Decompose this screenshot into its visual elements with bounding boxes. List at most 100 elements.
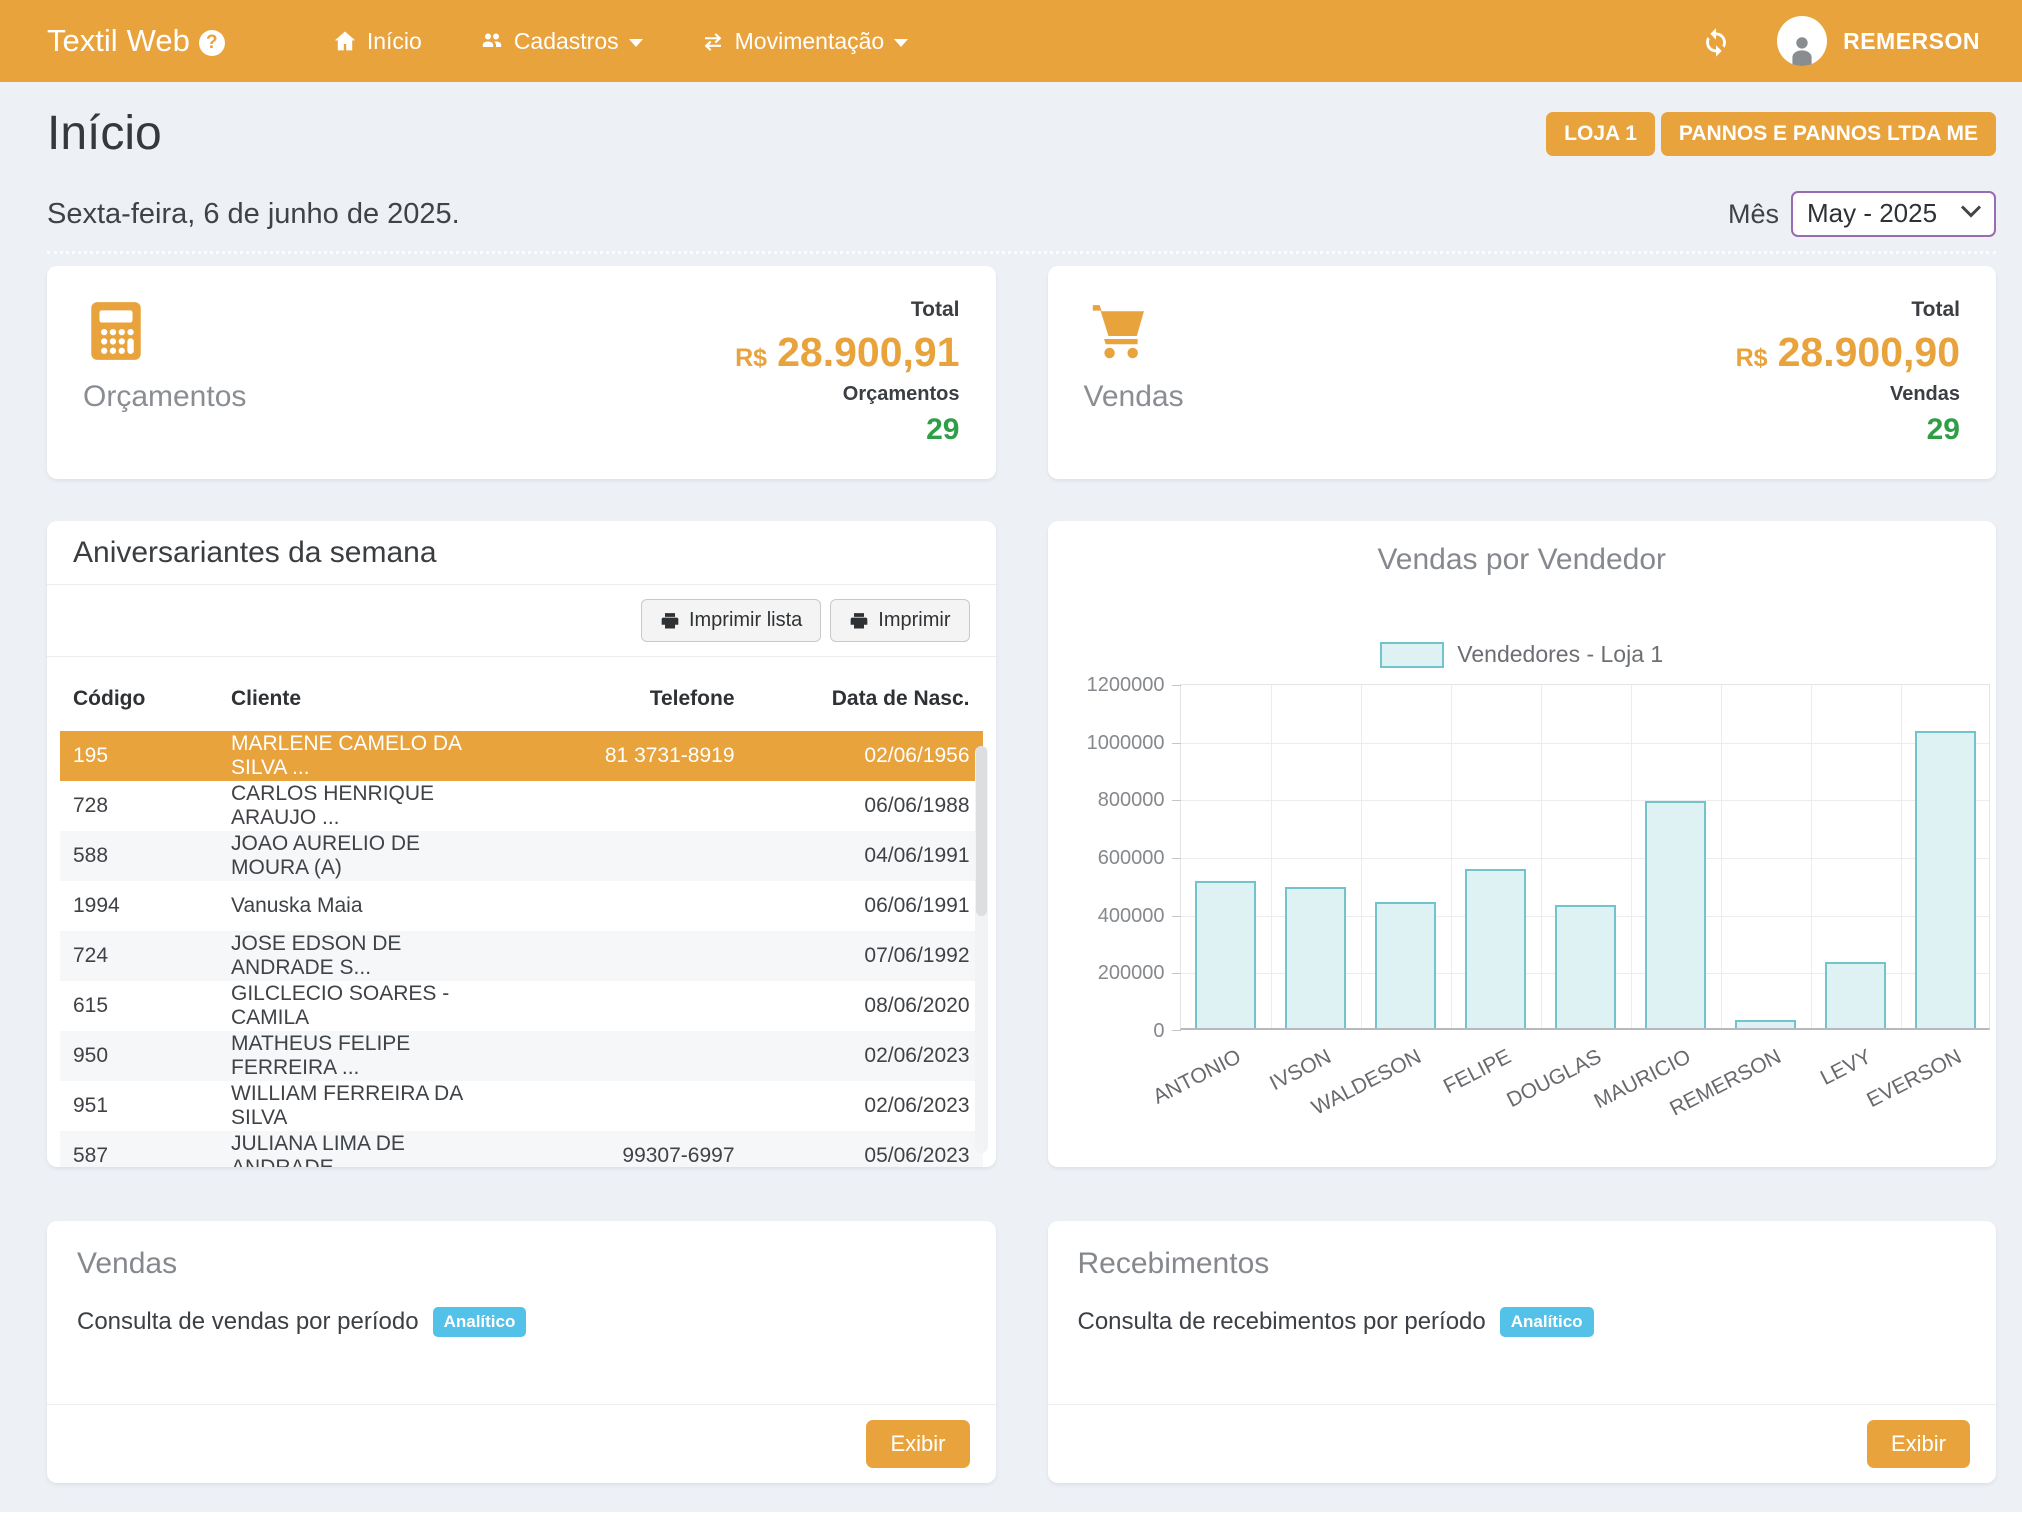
exibir-vendas-button[interactable]: Exibir <box>866 1420 969 1468</box>
currency-symbol: R$ <box>735 344 767 373</box>
col-cliente: Cliente <box>218 657 513 731</box>
cell-telefone <box>513 1031 748 1081</box>
birthdays-card: Aniversariantes da semana Imprimir lista… <box>47 521 996 1167</box>
summary-cards-row: Orçamentos Total R$ 28.900,91 Orçamentos… <box>47 266 1996 479</box>
chart-bar <box>1465 869 1526 1028</box>
count-value: 29 <box>1736 413 1960 447</box>
table-row[interactable]: 195MARLENE CAMELO DA SILVA ...81 3731-89… <box>60 731 983 781</box>
vendas-left: Vendas <box>1084 298 1184 453</box>
x-axis-label: ANTONIO <box>1149 1045 1245 1110</box>
amount-value: 28.900,90 <box>1778 329 1960 376</box>
cell-codigo: 728 <box>60 781 218 831</box>
col-telefone: Telefone <box>513 657 748 731</box>
vendas-panel: Vendas Consulta de vendas por período An… <box>47 1221 996 1483</box>
mid-row: Aniversariantes da semana Imprimir lista… <box>47 521 1996 1167</box>
table-row[interactable]: 615GILCLECIO SOARES - CAMILA08/06/2020 <box>60 981 983 1031</box>
username: REMERSON <box>1843 28 1980 55</box>
cell-nascimento: 06/06/1988 <box>748 781 983 831</box>
panel-title: Recebimentos <box>1048 1221 1997 1281</box>
y-tick <box>1172 685 1181 686</box>
currency-symbol: R$ <box>1736 344 1768 373</box>
orcamentos-values: Total R$ 28.900,91 Orçamentos 29 <box>735 298 959 453</box>
page-title: Início <box>47 106 162 161</box>
cell-nascimento: 02/06/2023 <box>748 1031 983 1081</box>
month-select-wrap: May - 2025 <box>1791 191 1996 237</box>
table-header-row: Código Cliente Telefone Data de Nasc. <box>60 657 983 731</box>
vendas-values: Total R$ 28.900,90 Vendas 29 <box>1736 298 1960 453</box>
gridline <box>1811 685 1812 1028</box>
y-tick <box>1172 1030 1181 1031</box>
bottom-row: Vendas Consulta de vendas por período An… <box>47 1221 1996 1483</box>
chart-legend[interactable]: Vendedores - Loja 1 <box>1048 641 1997 668</box>
chart-plot[interactable]: 020000040000060000080000010000001200000A… <box>1180 684 1990 1030</box>
brand-bold: Textil <box>47 23 118 59</box>
cell-telefone <box>513 931 748 981</box>
month-label: Mês <box>1728 199 1779 230</box>
print-label: Imprimir <box>878 609 950 632</box>
cell-nascimento: 02/06/1956 <box>748 731 983 781</box>
print-list-button[interactable]: Imprimir lista <box>641 599 821 642</box>
refresh-icon[interactable] <box>1699 24 1733 58</box>
person-icon <box>1784 30 1820 66</box>
user-menu[interactable]: REMERSON <box>1777 16 1980 66</box>
cell-codigo: 588 <box>60 831 218 881</box>
y-tick <box>1172 800 1181 801</box>
y-axis-label: 1200000 <box>1065 674 1165 697</box>
cell-telefone <box>513 1081 748 1131</box>
help-icon[interactable]: ? <box>199 30 225 56</box>
chart-bar <box>1915 731 1976 1028</box>
cell-codigo: 195 <box>60 731 218 781</box>
chart-bar <box>1195 881 1256 1028</box>
cell-codigo: 615 <box>60 981 218 1031</box>
cell-cliente: JOAO AURELIO DE MOURA (A) <box>218 831 513 881</box>
print-button[interactable]: Imprimir <box>830 599 969 642</box>
chart-bar <box>1735 1020 1796 1028</box>
y-axis-label: 1000000 <box>1065 732 1165 755</box>
exibir-recebimentos-button[interactable]: Exibir <box>1867 1420 1970 1468</box>
main-nav: Início Cadastros Movimentação <box>333 28 908 55</box>
y-axis-label: 200000 <box>1065 962 1165 985</box>
store-button[interactable]: LOJA 1 <box>1546 112 1655 156</box>
brand-logo[interactable]: TextilWeb ? <box>47 23 225 59</box>
count-label: Orçamentos <box>735 383 959 406</box>
chart-bar <box>1645 801 1706 1028</box>
table-row[interactable]: 724JOSE EDSON DE ANDRADE S...07/06/1992 <box>60 931 983 981</box>
nav-item-cadastros[interactable]: Cadastros <box>480 28 643 55</box>
table-row[interactable]: 950MATHEUS FELIPE FERREIRA ...02/06/2023 <box>60 1031 983 1081</box>
nav-item-inicio[interactable]: Início <box>333 28 422 55</box>
orcamentos-card: Orçamentos Total R$ 28.900,91 Orçamentos… <box>47 266 996 479</box>
month-select[interactable]: May - 2025 <box>1791 191 1996 237</box>
nav-item-movimentacao[interactable]: Movimentação <box>701 28 909 55</box>
panel-description: Consulta de vendas por período <box>77 1308 419 1336</box>
gridline <box>1181 800 1989 801</box>
cell-telefone <box>513 831 748 881</box>
panel-footer: Exibir <box>1048 1404 1997 1483</box>
printer-icon <box>849 611 869 631</box>
table-row[interactable]: 587JULIANA LIMA DE ANDRADE99307-699705/0… <box>60 1131 983 1167</box>
y-axis-label: 800000 <box>1065 789 1165 812</box>
x-axis-label: DOUGLAS <box>1503 1045 1605 1113</box>
company-button[interactable]: PANNOS E PANNOS LTDA ME <box>1661 112 1996 156</box>
current-date: Sexta-feira, 6 de junho de 2025. <box>47 198 460 231</box>
chart-bar <box>1375 902 1436 1028</box>
gridline <box>1181 858 1989 859</box>
y-tick <box>1172 858 1181 859</box>
app-root: TextilWeb ? Início Cadastros Movimentaçã… <box>0 0 2022 1540</box>
table-row[interactable]: 728CARLOS HENRIQUE ARAUJO ...06/06/1988 <box>60 781 983 831</box>
gridline <box>1721 685 1722 1028</box>
table-row[interactable]: 588JOAO AURELIO DE MOURA (A)04/06/1991 <box>60 831 983 881</box>
table-row[interactable]: 1994Vanuska Maia06/06/1991 <box>60 881 983 931</box>
recebimentos-panel: Recebimentos Consulta de recebimentos po… <box>1048 1221 1997 1483</box>
birthdays-table: Código Cliente Telefone Data de Nasc. 19… <box>60 657 983 1167</box>
table-scrollbar[interactable] <box>975 746 988 1153</box>
cell-telefone: 81 3731-8919 <box>513 731 748 781</box>
nav-label: Cadastros <box>514 28 619 55</box>
scrollbar-thumb[interactable] <box>976 746 987 916</box>
analitico-badge: Analítico <box>433 1307 527 1337</box>
x-axis-label: LEVY <box>1816 1045 1875 1091</box>
cell-cliente: Vanuska Maia <box>218 881 513 931</box>
chart-bar <box>1555 905 1616 1028</box>
users-icon <box>480 29 504 53</box>
table-row[interactable]: 951WILLIAM FERREIRA DA SILVA02/06/2023 <box>60 1081 983 1131</box>
y-axis-label: 400000 <box>1065 905 1165 928</box>
